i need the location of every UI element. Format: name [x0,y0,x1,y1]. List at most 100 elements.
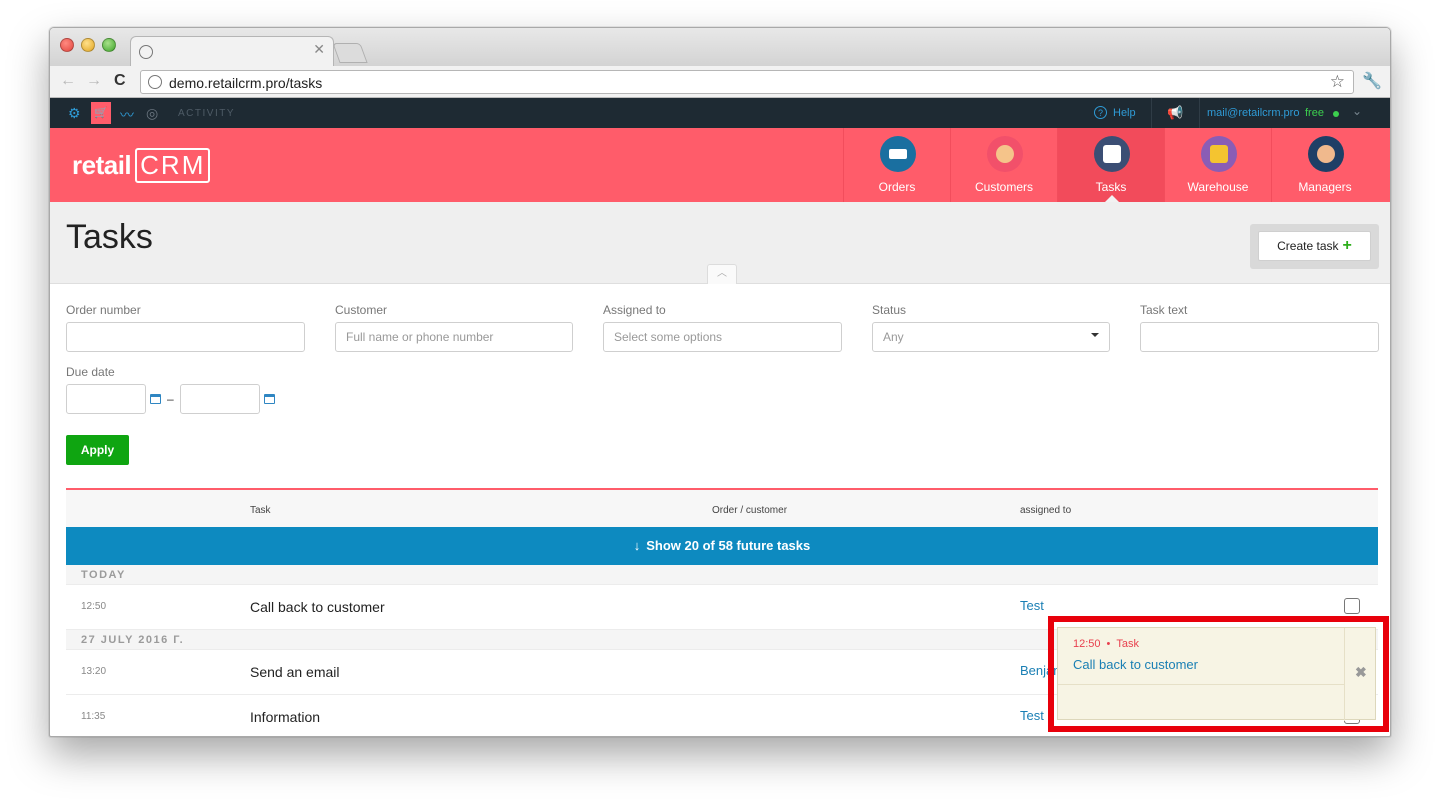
main-nav: Orders Customers Tasks Warehouse Manager… [843,128,1378,202]
order-number-input[interactable] [66,322,305,352]
collapse-filters-button[interactable]: ︿ [707,264,737,284]
filter-customer: Customer [335,303,573,352]
task-assignee[interactable]: Test [1020,598,1044,613]
task-title[interactable]: Send an email [250,664,340,680]
user-email[interactable]: mail@retailcrm.pro [1207,107,1299,119]
filter-label: Order number [66,303,141,317]
filter-label: Status [872,303,907,317]
nav-label: Tasks [1095,180,1127,194]
table-header: Task Order / customer assigned to [66,490,1378,527]
logo[interactable]: retail CRM [72,148,211,183]
cart-icon[interactable]: 🛒 [91,102,111,124]
logo-crm: CRM [135,148,211,183]
task-time: 11:35 [81,711,106,722]
minimize-window-button[interactable] [81,38,95,52]
calendar-icon[interactable] [150,393,161,404]
divider [1199,98,1200,128]
wrench-icon[interactable]: 🔧 [1362,71,1382,91]
complete-checkbox[interactable] [1344,598,1360,614]
task-text-input[interactable] [1140,322,1379,352]
target-icon[interactable]: ◎ [146,105,158,122]
highlight-frame [1048,616,1389,732]
due-date-from-input[interactable] [66,384,146,414]
page-title: Tasks [66,218,153,256]
group-header-today: TODAY [66,565,1378,585]
megaphone-icon[interactable]: 📢 [1167,105,1183,121]
warehouse-box-icon [1201,136,1237,172]
filter-label: Customer [335,303,388,317]
task-title[interactable]: Information [250,709,320,725]
column-header-task: Task [250,505,271,516]
create-task-button[interactable]: Create task + [1258,231,1371,261]
window-controls [60,38,116,52]
nav-item-orders[interactable]: Orders [843,128,950,202]
due-date-range: – [66,384,275,414]
gear-icon[interactable]: ⚙ [68,105,81,122]
task-title[interactable]: Call back to customer [250,599,385,615]
show-future-tasks-button[interactable]: ↓ Show 20 of 58 future tasks [66,527,1378,565]
filter-status: Status Any [872,303,1110,352]
filter-due-date: Due date – [66,365,275,414]
nav-item-customers[interactable]: Customers [950,128,1057,202]
status-value: Any [883,330,904,344]
help-link[interactable]: ? Help [1094,106,1136,119]
column-header-assigned-to: assigned to [1020,505,1072,516]
calendar-icon[interactable] [263,393,275,404]
activity-link[interactable]: ACTIVITY [178,108,235,119]
nav-label: Managers [1298,180,1352,194]
browser-toolbar: ← → C demo.retailcrm.pro/tasks ☆ 🔧 [50,66,1390,98]
stage: ✕ ← → C demo.retailcrm.pro/tasks ☆ 🔧 ⚙ 🛒… [0,0,1440,808]
reload-icon[interactable]: C [114,72,126,90]
filter-task-text: Task text [1140,303,1379,352]
nav-item-managers[interactable]: Managers [1271,128,1378,202]
close-window-button[interactable] [60,38,74,52]
zoom-window-button[interactable] [102,38,116,52]
page-title-bar: Tasks Create task + ︿ [50,202,1390,284]
filter-order-number: Order number [66,303,305,352]
create-task-wrapper: Create task + [1250,224,1379,269]
filter-label: Due date [66,365,115,379]
plus-icon: + [1342,237,1352,254]
help-label: Help [1113,107,1136,119]
app-top-bar: ⚙ 🛒 〰 ◎ ACTIVITY ? Help 📢 mail@retailcrm.… [50,98,1390,128]
status-select[interactable]: Any [872,322,1110,352]
nav-label: Customers [974,180,1033,194]
chart-icon[interactable]: 〰 [120,105,134,125]
filters-panel: Order number Customer Assigned to Status… [50,284,1390,489]
plan-badge: free [1305,107,1324,119]
app-header: retail CRM Orders Customers Tasks Warehou… [50,128,1390,202]
task-time: 13:20 [81,666,107,677]
nav-label: Warehouse [1187,180,1249,194]
close-tab-icon[interactable]: ✕ [313,41,325,58]
browser-tab[interactable]: ✕ [130,36,334,66]
show-future-label: Show 20 of 58 future tasks [646,538,811,553]
status-dot-icon [1333,111,1339,117]
help-icon: ? [1094,106,1107,119]
address-url[interactable]: demo.retailcrm.pro/tasks [169,75,322,91]
back-arrow-icon[interactable]: ← [60,72,76,90]
arrow-down-icon: ↓ [633,538,641,553]
forward-arrow-icon[interactable]: → [86,72,102,90]
apply-button[interactable]: Apply [66,435,129,465]
create-task-label: Create task [1277,239,1339,253]
address-bar[interactable]: demo.retailcrm.pro/tasks ☆ [140,70,1354,94]
browser-tab-bar: ✕ [50,28,1390,66]
nav-item-warehouse[interactable]: Warehouse [1164,128,1271,202]
filter-label: Assigned to [603,303,666,317]
nav-item-tasks[interactable]: Tasks [1057,128,1164,202]
dropdown-arrow-icon [1091,333,1099,341]
globe-icon [139,45,153,59]
customer-avatar-icon [987,136,1023,172]
globe-icon [148,75,162,89]
customer-input[interactable] [335,322,573,352]
task-time: 12:50 [81,601,107,612]
due-date-to-input[interactable] [179,384,260,414]
bookmark-star-icon[interactable]: ☆ [1330,72,1345,92]
chevron-down-icon[interactable]: ⌄ [1352,104,1362,118]
divider [1151,98,1152,128]
manager-avatar-icon [1308,136,1344,172]
tasks-list-icon [1094,136,1130,172]
task-assignee[interactable]: Test [1020,708,1044,723]
assigned-to-input[interactable] [603,322,842,352]
new-tab-button[interactable] [332,43,368,63]
